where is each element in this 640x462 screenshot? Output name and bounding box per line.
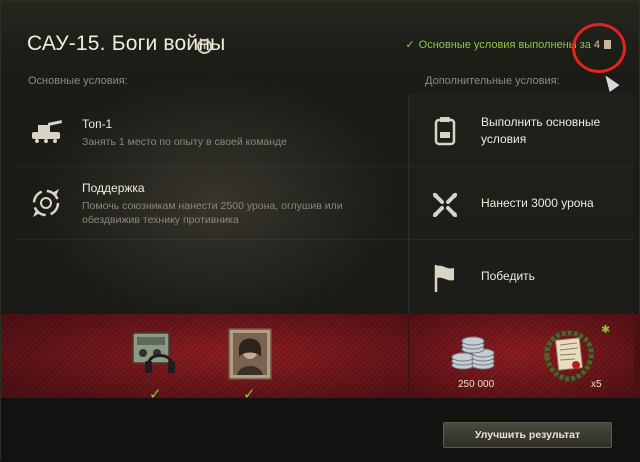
flag-icon — [434, 265, 454, 292]
silver-coins-icon[interactable] — [449, 331, 497, 375]
extra-condition-row: Выполнить основные условия — [409, 94, 635, 167]
extra-condition-text: Выполнить основные условия — [481, 114, 601, 146]
improve-result-button[interactable]: Улучшить результат — [443, 422, 612, 448]
status-text: Основные условия выполнены — [418, 39, 577, 51]
silver-amount: 250 000 — [458, 379, 495, 390]
condition-description: Занять 1 место по опыту в своей команде — [82, 136, 288, 148]
quest-window: САУ-15. Боги войны i ✓ Основные условия в… — [0, 0, 640, 462]
crossed-shells-icon — [433, 193, 457, 217]
support-icon — [32, 189, 60, 217]
checklist-icon — [434, 117, 456, 146]
commendation-scroll-icon[interactable] — [541, 327, 597, 383]
extra-conditions-panel: Выполнить основные условия Нанести 3000 … — [408, 94, 635, 314]
main-conditions-label: Основные условия: — [28, 75, 128, 87]
condition-description: Помочь союзникам нанести 2500 урона, огл… — [82, 200, 343, 226]
extra-conditions-label: Дополнительные условия: — [425, 75, 560, 87]
extra-condition-row: Победить — [409, 240, 635, 313]
new-star-icon: ✱ — [601, 324, 611, 336]
main-conditions-panel: Топ-1 Занять 1 место по опыту в своей ко… — [18, 94, 406, 314]
info-icon[interactable]: i — [197, 39, 212, 54]
condition-title: Топ-1 — [82, 117, 113, 131]
extra-condition-row: Нанести 3000 урона — [409, 167, 635, 240]
condition-row: Топ-1 Занять 1 место по опыту в своей ко… — [18, 94, 406, 167]
extra-condition-text: Победить — [481, 269, 535, 283]
condition-title: Поддержка — [82, 181, 145, 195]
cursor-icon — [600, 72, 620, 92]
quest-title: САУ-15. Боги войны — [27, 32, 226, 55]
portrait-icon[interactable] — [227, 327, 273, 381]
extra-condition-text: Нанести 3000 урона — [481, 196, 594, 210]
artillery-icon — [32, 120, 63, 143]
condition-row: Поддержка Помочь союзникам нанести 2500 … — [18, 167, 406, 240]
check-icon: ✓ — [405, 39, 415, 51]
title-bar: САУ-15. Боги войны i ✓ Основные условия в… — [1, 1, 640, 92]
radio-headset-icon[interactable] — [127, 329, 181, 381]
commendation-amount: x5 — [591, 379, 602, 390]
highlight-circle — [572, 23, 626, 73]
